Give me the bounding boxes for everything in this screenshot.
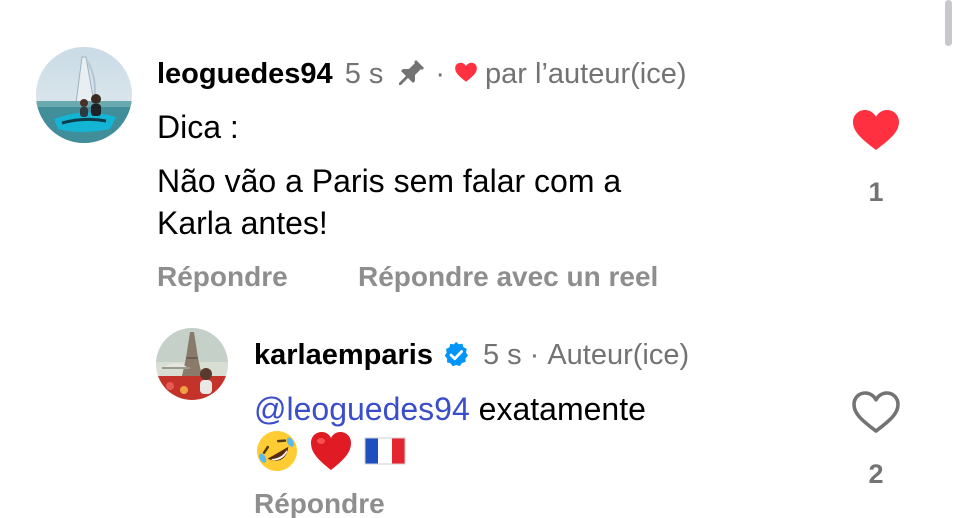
avatar[interactable]	[156, 328, 228, 400]
avatar[interactable]	[36, 47, 132, 143]
like-heart-icon[interactable]	[850, 106, 902, 154]
red-heart-emoji-icon	[311, 432, 351, 470]
heart-outline-icon[interactable]	[850, 388, 902, 436]
avatar-image	[36, 47, 132, 143]
heart-icon	[455, 62, 477, 82]
reply-with-reel-button[interactable]: Répondre avec un reel	[358, 260, 658, 294]
comment-time: 5 s	[482, 339, 522, 371]
reply-button[interactable]: Répondre	[254, 487, 385, 518]
separator-dot: ·	[529, 339, 540, 371]
comment-header: karlaemparis 5 s · Auteur(ice)	[254, 338, 689, 372]
comment-text-line: Dica :	[157, 109, 239, 145]
comment-text-line: Karla antes!	[157, 205, 328, 241]
comments-screen: leoguedes94 5 s · par l’auteur(ice) Dica…	[0, 0, 960, 518]
mention-link[interactable]: @leoguedes94	[254, 391, 470, 427]
liked-by-author-label: par l’auteur(ice)	[485, 58, 687, 90]
reply-button[interactable]: Répondre	[157, 260, 288, 294]
verified-badge-icon	[444, 341, 468, 367]
comment-header: leoguedes94 5 s · par l’auteur(ice)	[157, 57, 687, 91]
author-label: Auteur(ice)	[547, 339, 690, 371]
comment-text-line: Não vão a Paris sem falar com a	[157, 163, 622, 199]
comment-time: 5 s	[344, 58, 384, 90]
france-flag-emoji-icon	[364, 437, 406, 465]
avatar-image	[156, 328, 228, 400]
rolling-on-floor-laughing-emoji-icon	[257, 431, 297, 471]
comment-text: @leoguedes94 exatamente	[254, 388, 646, 430]
emoji-row	[254, 428, 408, 474]
like-count: 2	[868, 459, 884, 489]
pin-icon	[399, 59, 425, 86]
comment-username[interactable]: karlaemparis	[254, 338, 433, 372]
like-count: 1	[868, 177, 884, 207]
scrollbar[interactable]	[945, 0, 952, 46]
comment-text-content: exatamente	[469, 391, 646, 427]
separator-dot: ·	[435, 58, 446, 90]
comment-username[interactable]: leoguedes94	[157, 57, 333, 91]
